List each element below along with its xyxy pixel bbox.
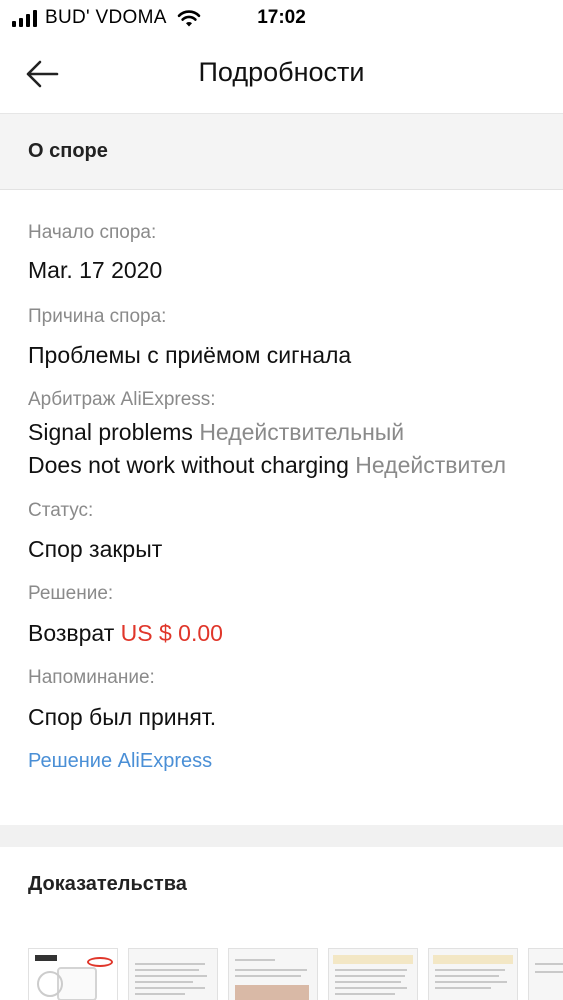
arbitration-label: Арбитраж AliExpress:	[28, 389, 216, 410]
reminder-label: Напоминание:	[28, 667, 155, 688]
decision-value: Возврат US $ 0.00	[28, 620, 223, 647]
dispute-section-title: О споре	[28, 140, 108, 162]
evidence-thumbnail[interactable]	[28, 948, 118, 1000]
navigation-bar: Подробности	[0, 38, 563, 113]
start-date-value: Mar. 17 2020	[28, 257, 163, 283]
arbitration-claim: Signal problems	[28, 419, 193, 445]
status-label: Статус:	[28, 500, 94, 521]
evidence-section-header: Доказательства	[0, 847, 563, 923]
evidence-thumbnails	[0, 922, 563, 1000]
dispute-section-header: О споре	[0, 113, 563, 190]
page-title: Подробности	[198, 57, 365, 87]
arbitration-verdict: Недействител	[355, 452, 507, 478]
dispute-details-card: Начало спора: Mar. 17 2020 Причина спора…	[0, 189, 563, 826]
reason-value: Проблемы с приёмом сигнала	[28, 342, 352, 368]
arbitration-claim: Does not work without charging	[28, 452, 349, 478]
evidence-thumbnail[interactable]	[228, 948, 318, 1000]
reason-label: Причина спора:	[28, 306, 167, 327]
section-divider	[0, 825, 563, 847]
arbitration-item: Does not work without charging Недействи…	[28, 452, 506, 479]
evidence-section-title: Доказательства	[28, 873, 187, 895]
evidence-thumbnail[interactable]	[528, 948, 563, 1000]
status-time: 17:02	[257, 7, 306, 28]
evidence-thumbnail[interactable]	[328, 948, 418, 1000]
arbitration-verdict: Недействительный	[199, 419, 405, 445]
decision-type: Возврат	[28, 620, 115, 646]
refund-amount: US $ 0.00	[120, 620, 223, 646]
decision-label: Решение:	[28, 583, 114, 604]
arbitration-item: Signal problems Недействительный	[28, 419, 404, 446]
status-value: Спор закрыт	[28, 536, 163, 562]
evidence-thumbnail[interactable]	[128, 948, 218, 1000]
reminder-value: Спор был принят.	[28, 704, 217, 730]
dispute-details-screen: BUD' VDOMA 17:02 Подробности О споре Нач…	[0, 0, 563, 1000]
status-bar: BUD' VDOMA 17:02	[0, 0, 563, 38]
evidence-thumbnail[interactable]	[428, 948, 518, 1000]
aliexpress-decision-link[interactable]: Решение AliExpress	[28, 750, 212, 773]
start-date-label: Начало спора:	[28, 222, 157, 243]
